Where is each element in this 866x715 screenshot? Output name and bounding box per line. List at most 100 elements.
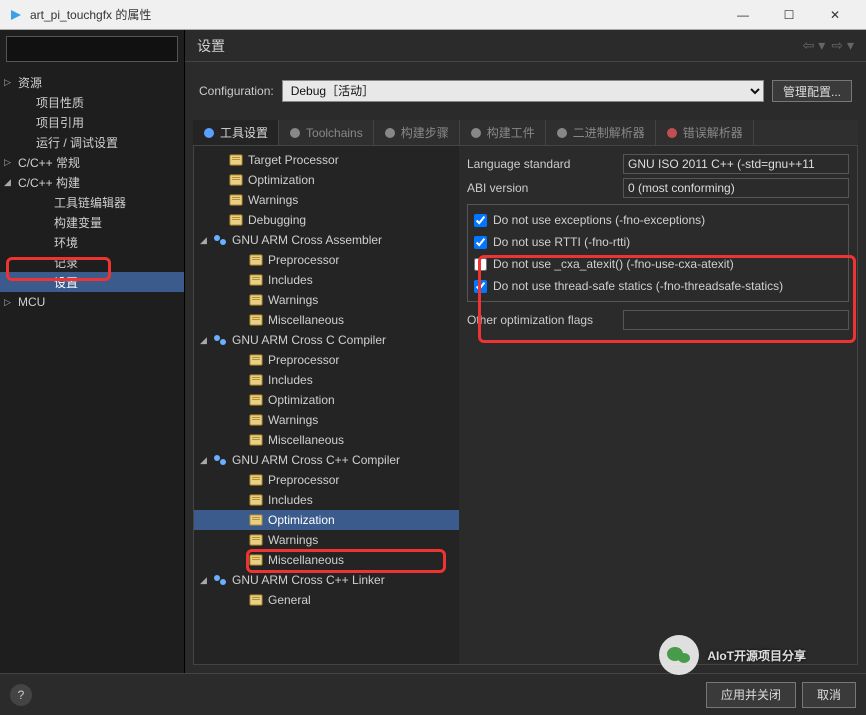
option-checkbox[interactable] (474, 236, 487, 249)
nav-item[interactable]: 环境 (0, 232, 184, 252)
tool-tree-item[interactable]: Warnings (194, 190, 459, 210)
tool-tree-label: Warnings (268, 293, 318, 307)
help-icon[interactable]: ? (10, 684, 32, 706)
nav-item[interactable]: ◢C/C++ 构建 (0, 172, 184, 192)
close-button[interactable]: ✕ (812, 0, 858, 30)
forward-icon[interactable]: ⇨ ▾ (831, 37, 854, 54)
nav-item-label: C/C++ 构建 (18, 174, 80, 191)
maximize-button[interactable]: ☐ (766, 0, 812, 30)
option-select[interactable]: 0 (most conforming) (623, 178, 849, 198)
tool-tree-item[interactable]: Preprocessor (194, 470, 459, 490)
expand-arrow-icon: ◢ (200, 575, 212, 586)
wrench-icon (289, 127, 301, 139)
option-select[interactable]: GNU ISO 2011 C++ (-std=gnu++11 (623, 154, 849, 174)
nav-item[interactable]: 设置 (0, 272, 184, 292)
tool-tree-label: Miscellaneous (268, 433, 344, 447)
nav-item[interactable]: 构建变量 (0, 212, 184, 232)
nav-item[interactable]: ▷C/C++ 常规 (0, 152, 184, 172)
other-flags-input[interactable] (623, 310, 849, 330)
nav-item[interactable]: 运行 / 调试设置 (0, 132, 184, 152)
checkbox-group: Do not use exceptions (-fno-exceptions)D… (467, 204, 849, 302)
checkbox-row: Do not use RTTI (-fno-rtti) (474, 231, 842, 253)
page-icon (248, 373, 264, 387)
tool-tree-item[interactable]: Includes (194, 270, 459, 290)
configuration-select[interactable]: Debug［活动］ (282, 80, 764, 102)
option-checkbox[interactable] (474, 214, 487, 227)
tool-tree-label: Preprocessor (268, 353, 339, 367)
hammer-icon (384, 127, 396, 139)
checkbox-row: Do not use thread-safe statics (-fno-thr… (474, 275, 842, 297)
tab-bar: 工具设置 Toolchains构建步骤构建工件二进制解析器 错误解析器 (193, 120, 858, 146)
nav-item-label: 记录 (54, 254, 78, 271)
tab-label: 错误解析器 (683, 124, 743, 141)
nav-item[interactable]: ▷MCU (0, 292, 184, 312)
tool-tree-item[interactable]: ◢GNU ARM Cross C++ Linker (194, 570, 459, 590)
tab-label: 工具设置 (220, 124, 268, 141)
tool-tree-label: Optimization (248, 173, 315, 187)
tool-tree-label: Optimization (268, 513, 335, 527)
nav-tree: ▷资源项目性质项目引用运行 / 调试设置▷C/C++ 常规◢C/C++ 构建工具… (0, 68, 184, 673)
tool-tree-item[interactable]: Miscellaneous (194, 310, 459, 330)
tab-工具设置[interactable]: 工具设置 (193, 120, 279, 145)
option-checkbox[interactable] (474, 280, 487, 293)
tool-tree-item[interactable]: Miscellaneous (194, 550, 459, 570)
tab-二进制解析器[interactable]: 二进制解析器 (546, 120, 656, 145)
tab-Toolchains[interactable]: Toolchains (279, 120, 374, 145)
settings-body: Target ProcessorOptimizationWarningsDebu… (193, 146, 858, 665)
tool-tree-item[interactable]: Warnings (194, 410, 459, 430)
configuration-row: Configuration: Debug［活动］ 管理配置... (185, 62, 866, 120)
option-label: Language standard (467, 157, 617, 171)
tool-tree-label: Miscellaneous (268, 313, 344, 327)
tool-tree-label: Debugging (248, 213, 306, 227)
main-header: 设置 ⇦ ▾ ⇨ ▾ (185, 30, 866, 62)
tool-tree-item[interactable]: Warnings (194, 530, 459, 550)
tool-tree-item[interactable]: Target Processor (194, 150, 459, 170)
wechat-icon (659, 635, 699, 675)
tool-tree-item[interactable]: Includes (194, 490, 459, 510)
tool-tree-item[interactable]: Preprocessor (194, 350, 459, 370)
tool-icon (212, 233, 228, 247)
tool-tree-item[interactable]: ◢GNU ARM Cross C++ Compiler (194, 450, 459, 470)
cancel-button[interactable]: 取消 (802, 682, 856, 708)
tool-tree-item[interactable]: Includes (194, 370, 459, 390)
app-icon (8, 7, 24, 23)
tool-tree-item[interactable]: Optimization (194, 390, 459, 410)
apply-close-button[interactable]: 应用并关闭 (706, 682, 796, 708)
nav-item[interactable]: 项目引用 (0, 112, 184, 132)
tool-tree-item[interactable]: ◢GNU ARM Cross C Compiler (194, 330, 459, 350)
page-icon (248, 533, 264, 547)
tool-tree-item[interactable]: Optimization (194, 170, 459, 190)
tool-tree-item[interactable]: General (194, 590, 459, 610)
checkbox-label: Do not use thread-safe statics (-fno-thr… (493, 279, 783, 293)
manage-config-button[interactable]: 管理配置... (772, 80, 852, 102)
tool-tree-item[interactable]: Optimization (194, 510, 459, 530)
option-row: Language standard GNU ISO 2011 C++ (-std=… (467, 152, 849, 176)
minimize-button[interactable]: — (720, 0, 766, 30)
nav-item[interactable]: 项目性质 (0, 92, 184, 112)
nav-item-label: 运行 / 调试设置 (36, 134, 118, 151)
search-input[interactable] (6, 36, 178, 62)
nav-item[interactable]: ▷资源 (0, 72, 184, 92)
expand-arrow-icon: ▷ (4, 157, 18, 168)
nav-item-label: C/C++ 常规 (18, 154, 80, 171)
tool-tree-item[interactable]: Miscellaneous (194, 430, 459, 450)
nav-item[interactable]: 工具链编辑器 (0, 192, 184, 212)
tool-tree-item[interactable]: Debugging (194, 210, 459, 230)
gear-icon (203, 127, 215, 139)
tool-tree-item[interactable]: Warnings (194, 290, 459, 310)
tool-tree-label: General (268, 593, 311, 607)
binary-icon (556, 127, 568, 139)
page-icon (248, 593, 264, 607)
tool-tree-label: Warnings (268, 533, 318, 547)
tab-错误解析器[interactable]: 错误解析器 (656, 120, 754, 145)
tool-tree-item[interactable]: Preprocessor (194, 250, 459, 270)
nav-item[interactable]: 记录 (0, 252, 184, 272)
tool-tree-item[interactable]: ◢GNU ARM Cross Assembler (194, 230, 459, 250)
tab-构建步骤[interactable]: 构建步骤 (374, 120, 460, 145)
tab-构建工件[interactable]: 构建工件 (460, 120, 546, 145)
titlebar: art_pi_touchgfx 的属性 — ☐ ✕ (0, 0, 866, 30)
option-checkbox[interactable] (474, 258, 487, 271)
error-icon (666, 127, 678, 139)
back-icon[interactable]: ⇦ ▾ (803, 37, 826, 54)
page-icon (248, 413, 264, 427)
